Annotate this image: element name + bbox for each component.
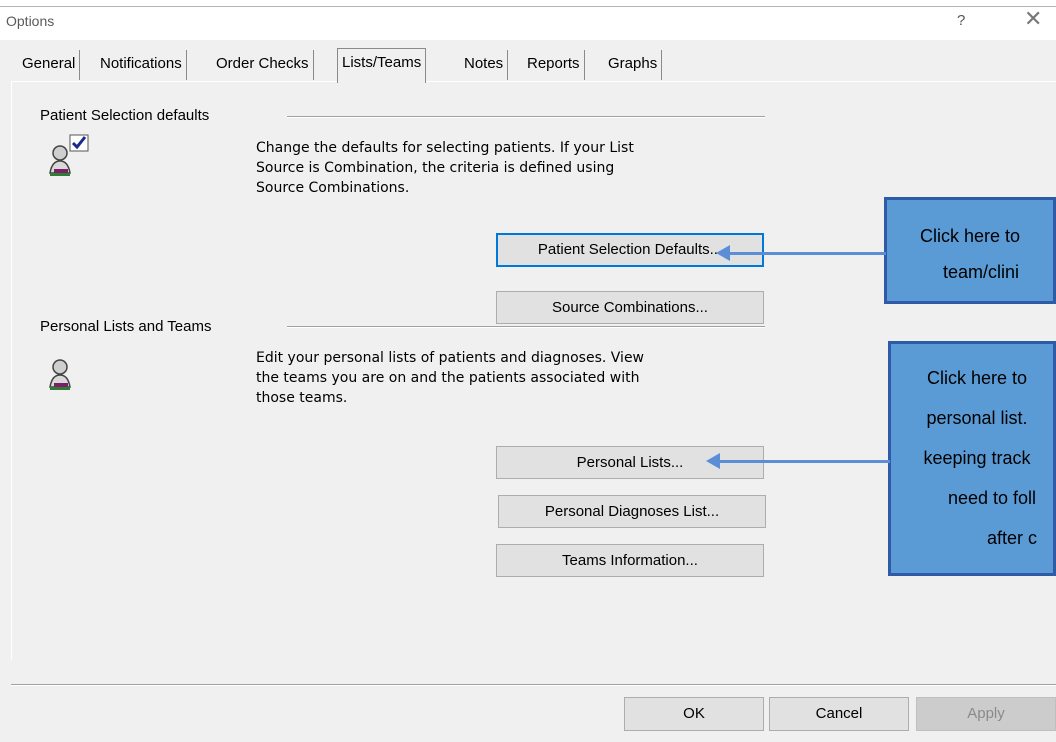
tab-notes[interactable]: Notes xyxy=(460,50,509,80)
patient-selection-description: Change the defaults for selecting patien… xyxy=(256,138,634,198)
tab-general[interactable]: General xyxy=(18,50,81,80)
callout-line: need to foll xyxy=(947,488,1037,508)
callout-line: Click here to xyxy=(926,368,1028,388)
callout-line: Click here to xyxy=(919,226,1021,246)
description-line: Change the defaults for selecting patien… xyxy=(256,140,634,156)
callout-line: team/clini xyxy=(942,262,1020,282)
close-icon[interactable]: ✕ xyxy=(1024,8,1042,30)
tab-order-checks[interactable]: Order Checks xyxy=(212,50,314,80)
callout-line: keeping track xyxy=(923,448,1031,468)
apply-button[interactable]: Apply xyxy=(916,697,1056,731)
patient-selection-separator xyxy=(287,116,765,118)
title-bar-divider xyxy=(0,6,1056,7)
description-line: Source Combinations. xyxy=(256,180,410,196)
source-combinations-button[interactable]: Source Combinations... xyxy=(496,291,764,324)
personal-lists-icon xyxy=(44,353,92,401)
description-line: the teams you are on and the patients as… xyxy=(256,370,640,386)
callout-arrow-2 xyxy=(720,460,890,463)
tab-lists-teams[interactable]: Lists/Teams xyxy=(337,48,427,83)
description-line: those teams. xyxy=(256,390,348,406)
arrow-head-icon xyxy=(716,245,730,261)
ok-button[interactable]: OK xyxy=(624,697,764,731)
help-button[interactable]: ? xyxy=(957,12,965,29)
patient-selection-icon xyxy=(44,133,92,181)
personal-lists-separator xyxy=(287,326,765,328)
patient-selection-group-label: Patient Selection defaults xyxy=(40,107,210,124)
callout-patient-defaults: Click here to team/clini xyxy=(884,197,1056,304)
description-line: Edit your personal lists of patients and… xyxy=(256,350,645,366)
personal-diagnoses-list-button[interactable]: Personal Diagnoses List... xyxy=(498,495,766,528)
personal-lists-description: Edit your personal lists of patients and… xyxy=(256,348,644,408)
callout-line: personal list. xyxy=(926,408,1028,428)
footer-separator-highlight xyxy=(11,685,1056,686)
cancel-button[interactable]: Cancel xyxy=(769,697,909,731)
window-title: Options xyxy=(6,13,55,29)
personal-lists-group-label: Personal Lists and Teams xyxy=(40,318,212,335)
callout-personal-lists: Click here to personal list. keeping tra… xyxy=(888,341,1056,576)
callout-line: after c xyxy=(986,528,1038,548)
tab-graphs[interactable]: Graphs xyxy=(604,50,663,80)
tab-notifications[interactable]: Notifications xyxy=(96,50,187,80)
description-line: Source is Combination, the criteria is d… xyxy=(256,160,615,176)
callout-arrow-1 xyxy=(730,252,886,255)
arrow-head-icon xyxy=(706,453,720,469)
tab-reports[interactable]: Reports xyxy=(523,50,585,80)
teams-information-button[interactable]: Teams Information... xyxy=(496,544,764,577)
